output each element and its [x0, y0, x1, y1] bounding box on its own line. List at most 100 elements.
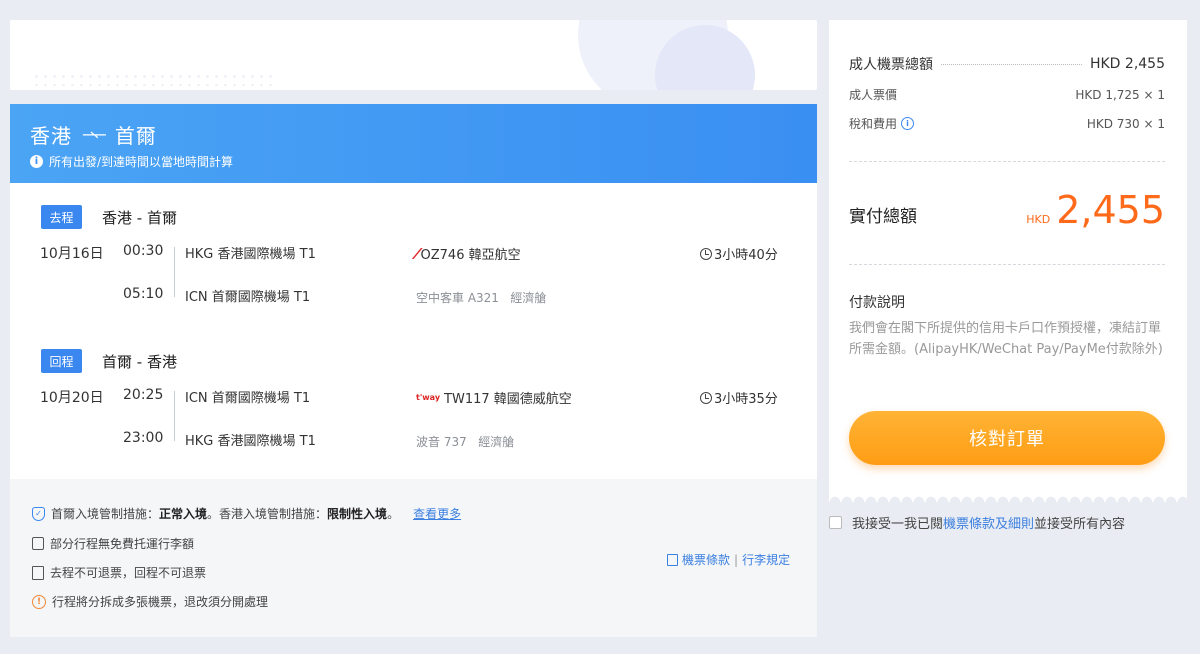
outbound-date: 10月16日: [40, 246, 104, 262]
timeline-line: [174, 247, 175, 297]
return-tag: 回程: [41, 349, 82, 373]
pay-total-label: 實付總額: [849, 207, 917, 227]
price-column: 成人機票總額 HKD 2,455 成人票價 HKD 1,725 × 1 稅和費用…: [829, 20, 1187, 502]
rules-links: 機票條款 | 行李規定: [667, 551, 790, 568]
tway-logo-icon: t'way: [416, 393, 441, 402]
return-arr-time: 23:00: [123, 430, 164, 446]
notice-text: 所有出發/到達時間以當地時間計算: [49, 155, 234, 169]
tax-amount: HKD 730 × 1: [1086, 116, 1165, 131]
return-dep-time: 20:25: [123, 387, 164, 403]
outbound-arr-airport: ICN 首爾國際機場 T1: [185, 290, 311, 305]
split-text: 行程將分拆成多張機票，退改須分開處理: [52, 595, 269, 609]
baggage-rules-link[interactable]: 行李規定: [742, 551, 790, 568]
info-icon[interactable]: i: [901, 117, 915, 130]
ticket-edge: [829, 494, 1187, 502]
baggage-text: 部分行程無免費托運行李額: [50, 537, 195, 551]
aircraft-type: 空中客車 A321: [416, 291, 499, 305]
route-title: 香港 ⇀↽ 首爾: [30, 120, 817, 149]
return-flight-label: TW117 韓國德威航空: [444, 392, 572, 407]
progress-header-card: [10, 20, 817, 90]
baggage-note: 部分行程無免費托運行李額: [32, 535, 194, 552]
asiana-logo-icon: ⁄: [416, 244, 419, 263]
clock-icon: [700, 247, 712, 260]
destination-city: 首爾: [114, 124, 157, 148]
duration-text: 3小時40分: [714, 248, 778, 263]
agree-text: 我接受一我已閱機票條款及細則並接受所有內容: [852, 513, 1125, 532]
outbound-dep-time: 00:30: [123, 243, 164, 259]
origin-city: 香港: [30, 124, 72, 148]
info-icon: i: [30, 155, 43, 168]
itinerary-card: 香港 ⇀↽ 首爾 i 所有出發/到達時間以當地時間計算 去程 香港 - 首爾 1…: [10, 104, 817, 637]
divider: [849, 264, 1165, 265]
refund-note: 去程不可退票，回程不可退票: [32, 564, 206, 581]
outbound-arr-time: 05:10: [123, 286, 164, 302]
entry-suffix: 。: [387, 507, 400, 521]
payment-note-text: 我們會在閣下所提供的信用卡戶口作預授權，凍結訂單所需金額。(AlipayHK/W…: [849, 321, 1163, 357]
fare-label: 成人票價: [849, 88, 898, 102]
price-summary-card: 成人機票總額 HKD 2,455 成人票價 HKD 1,725 × 1 稅和費用…: [829, 20, 1187, 502]
outbound-aircraft: 空中客車 A321 經濟艙: [416, 289, 546, 306]
outbound-flight-label: OZ746 韓亞航空: [420, 248, 521, 263]
ticket-terms-link[interactable]: 機票條款: [682, 551, 730, 568]
duration-text: 3小時35分: [714, 392, 778, 407]
entry-policy-note: ✓ 首爾入境管制措施：正常入境。香港入境管制措施：限制性入境。 查看更多: [32, 505, 461, 522]
outbound-route: 香港 - 首爾: [102, 209, 177, 227]
outbound-flight[interactable]: ⁄ OZ746 韓亞航空: [416, 244, 521, 264]
ticket-icon: [32, 565, 44, 580]
clock-icon: [700, 391, 712, 404]
pay-amount: 2,455: [1056, 188, 1165, 232]
entry-seoul-status: 正常入境: [159, 507, 208, 521]
outbound-tag: 去程: [41, 205, 82, 229]
terms-link[interactable]: 機票條款及細則: [943, 517, 1034, 532]
document-icon: [667, 553, 678, 566]
adult-total-amount: HKD 2,455: [1089, 56, 1165, 72]
confirm-order-button[interactable]: 核對訂單: [849, 411, 1165, 465]
entry-mid: 。香港入境管制措施：: [207, 507, 328, 521]
outbound-duration: 3小時40分: [700, 244, 778, 263]
pay-total: HKD 2,455: [1026, 188, 1165, 232]
travel-notes: ✓ 首爾入境管制措施：正常入境。香港入境管制措施：限制性入境。 查看更多 部分行…: [10, 479, 817, 637]
return-aircraft: 波音 737 經濟艙: [416, 433, 514, 450]
outbound-segment: 去程 香港 - 首爾 10月16日 00:30 HKG 香港國際機場 T1 05…: [10, 183, 817, 327]
local-time-notice: i 所有出發/到達時間以當地時間計算: [30, 153, 817, 170]
dotted-leader: [941, 63, 1082, 65]
entry-prefix: 首爾入境管制措施：: [51, 507, 160, 521]
decor-dots: [32, 72, 272, 86]
terms-agreement: 我接受一我已閱機票條款及細則並接受所有內容: [829, 513, 1125, 532]
fare-amount: HKD 1,725 × 1: [1075, 87, 1165, 102]
refund-text: 去程不可退票，回程不可退票: [50, 566, 207, 580]
payment-note-title: 付款說明: [849, 295, 905, 311]
return-date: 10月20日: [40, 390, 104, 406]
return-segment: 回程 首爾 - 香港 10月20日 20:25 ICN 首爾國際機場 T1 23…: [10, 327, 817, 479]
tax-row: 稅和費用 i HKD 730 × 1: [849, 115, 1165, 132]
outbound-dep-airport: HKG 香港國際機場 T1: [185, 247, 316, 262]
timeline-line: [174, 391, 175, 441]
fare-row: 成人票價 HKD 1,725 × 1: [849, 86, 1165, 103]
cabin-class: 經濟艙: [478, 435, 515, 449]
aircraft-type: 波音 737: [416, 435, 467, 449]
luggage-icon: [32, 537, 44, 550]
pay-currency: HKD: [1026, 213, 1051, 226]
agree-suffix: 並接受所有內容: [1034, 517, 1126, 532]
shield-icon: ✓: [32, 506, 45, 521]
adult-total-row: 成人機票總額 HKD 2,455: [849, 54, 1165, 74]
return-flight[interactable]: t'way TW117 韓國德威航空: [416, 388, 572, 407]
warning-icon: !: [32, 594, 46, 609]
cabin-class: 經濟艙: [510, 291, 547, 305]
return-dep-airport: ICN 首爾國際機場 T1: [185, 391, 311, 406]
see-more-link[interactable]: 查看更多: [413, 505, 461, 522]
split-ticket-note: ! 行程將分拆成多張機票，退改須分開處理: [32, 593, 268, 610]
entry-hk-status: 限制性入境: [327, 507, 388, 521]
adult-total-label: 成人機票總額: [849, 57, 933, 73]
return-route: 首爾 - 香港: [102, 353, 177, 371]
divider: [849, 161, 1165, 162]
return-duration: 3小時35分: [700, 388, 778, 407]
agree-checkbox[interactable]: [829, 516, 842, 529]
return-arr-airport: HKG 香港國際機場 T1: [185, 434, 316, 449]
entry-policy-text: 首爾入境管制措施：正常入境。香港入境管制措施：限制性入境。: [51, 505, 399, 522]
route-banner: 香港 ⇀↽ 首爾 i 所有出發/到達時間以當地時間計算: [10, 104, 817, 183]
tax-label-group: 稅和費用 i: [849, 115, 915, 132]
agree-prefix: 我接受一我已閱: [852, 517, 944, 532]
divider: |: [734, 552, 739, 567]
left-column: 香港 ⇀↽ 首爾 i 所有出發/到達時間以當地時間計算 去程 香港 - 首爾 1…: [10, 20, 817, 637]
